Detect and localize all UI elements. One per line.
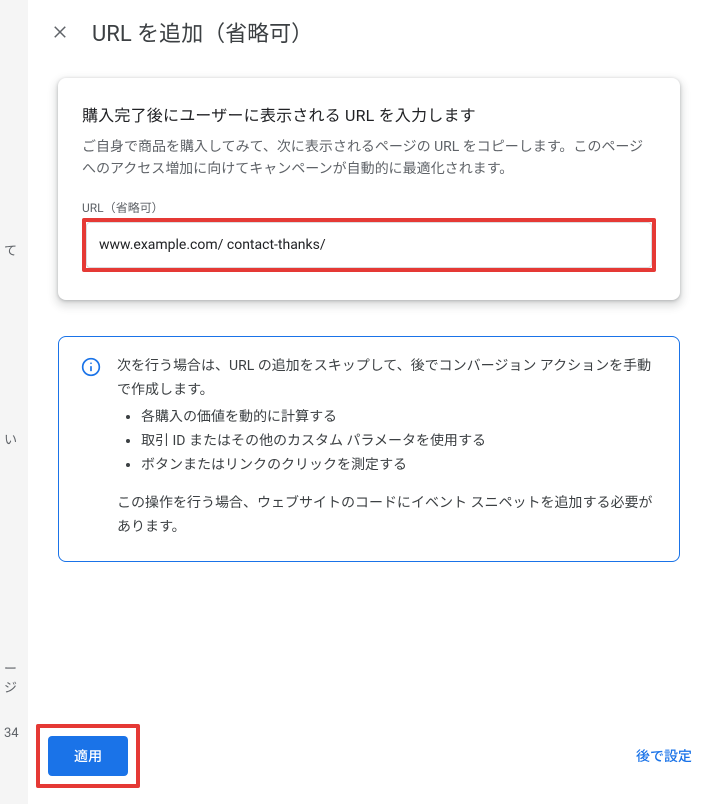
info-icon xyxy=(81,357,101,377)
url-input[interactable] xyxy=(86,222,652,268)
info-content: 次を行う場合は、URL の追加をスキップして、後でコンバージョン アクションを手… xyxy=(117,355,657,540)
info-bullet: 各購入の価値を動的に計算する xyxy=(141,406,657,430)
info-trail: この操作を行う場合、ウェブサイトのコードにイベント スニペットを追加する必要があ… xyxy=(117,492,657,540)
card-description: ご自身で商品を購入してみて、次に表示されるページの URL をコピーします。この… xyxy=(82,136,656,181)
url-input-card: 購入完了後にユーザーに表示される URL を入力します ご自身で商品を購入してみ… xyxy=(58,78,680,300)
add-url-modal: URL を追加（省略可） 購入完了後にユーザーに表示される URL を入力します… xyxy=(28,0,710,804)
url-field-label: URL（省略可） xyxy=(82,199,656,216)
modal-title: URL を追加（省略可） xyxy=(92,16,313,48)
info-bullet: ボタンまたはリンクのクリックを測定する xyxy=(141,454,657,478)
info-bullet: 取引 ID またはその他のカスタム パラメータを使用する xyxy=(141,430,657,454)
modal-header: URL を追加（省略可） xyxy=(28,0,710,68)
info-bullet-list: 各購入の価値を動的に計算する 取引 ID またはその他のカスタム パラメータを使… xyxy=(117,406,657,477)
apply-button[interactable]: 適用 xyxy=(48,736,128,776)
configure-later-link[interactable]: 後で設定 xyxy=(636,746,692,766)
url-input-highlight xyxy=(82,218,656,272)
apply-button-highlight: 適用 xyxy=(36,724,140,788)
info-box: 次を行う場合は、URL の追加をスキップして、後でコンバージョン アクションを手… xyxy=(58,336,680,563)
close-icon[interactable] xyxy=(48,20,72,44)
modal-body: 購入完了後にユーザーに表示される URL を入力します ご自身で商品を購入してみ… xyxy=(28,68,710,724)
background-page: て い ージ 34 xyxy=(0,0,28,804)
info-lead: 次を行う場合は、URL の追加をスキップして、後でコンバージョン アクションを手… xyxy=(117,355,657,403)
modal-footer: 適用 後で設定 xyxy=(28,724,710,804)
card-title: 購入完了後にユーザーに表示される URL を入力します xyxy=(82,102,656,126)
